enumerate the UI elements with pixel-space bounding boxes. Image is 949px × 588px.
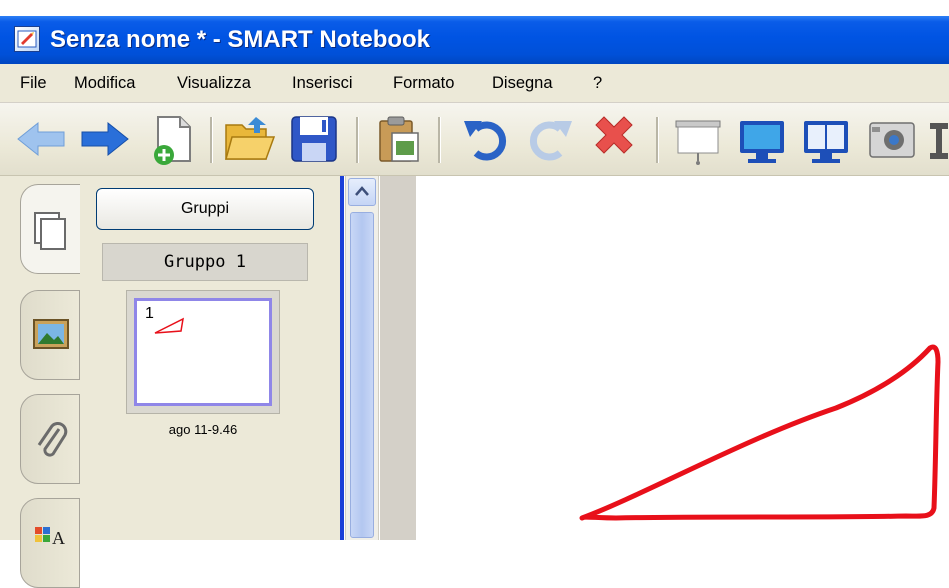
back-arrow-icon[interactable] — [14, 111, 70, 167]
title-bar[interactable]: Senza nome * - SMART Notebook — [0, 16, 949, 64]
top-gap — [0, 0, 949, 16]
gallery-tab[interactable] — [20, 290, 80, 380]
properties-tab[interactable]: A — [20, 498, 80, 588]
page-thumbnail-preview: 1 — [134, 298, 272, 406]
page-timestamp: ago 11-9.46 — [168, 422, 238, 437]
canvas-margin — [380, 176, 416, 540]
attachments-tab-icon — [37, 422, 68, 457]
page-sorter-tab[interactable] — [20, 184, 80, 274]
group-label: Gruppo 1 — [102, 243, 308, 281]
paste-icon[interactable] — [370, 111, 426, 167]
window-title: Senza nome * - SMART Notebook — [50, 26, 431, 53]
new-page-icon[interactable] — [144, 111, 200, 167]
page-thumbnail[interactable]: 1 — [126, 290, 280, 414]
vertical-scrollbar[interactable] — [345, 176, 379, 540]
save-icon[interactable] — [286, 111, 342, 167]
gallery-tab-icon — [33, 319, 69, 349]
thumbnail-drawing — [154, 317, 184, 334]
scroll-up-button[interactable] — [348, 178, 376, 206]
menu-visualizza[interactable]: Visualizza — [177, 64, 251, 102]
menu-formato[interactable]: Formato — [393, 64, 454, 102]
svg-text:A: A — [52, 528, 65, 548]
menu-file[interactable]: File — [20, 64, 47, 102]
page-sorter-tab-icon — [34, 212, 66, 250]
menu-help[interactable]: ? — [593, 64, 602, 102]
forward-arrow-icon[interactable] — [76, 111, 132, 167]
pane-divider[interactable] — [340, 176, 344, 540]
menu-inserisci[interactable]: Inserisci — [292, 64, 353, 102]
screen-capture-icon[interactable] — [864, 111, 920, 167]
scroll-thumb[interactable] — [350, 212, 374, 538]
toolbar-separator — [656, 117, 659, 163]
menu-modifica[interactable]: Modifica — [74, 64, 135, 102]
delete-icon[interactable] — [586, 111, 642, 167]
toolbar-separator — [210, 117, 213, 163]
toolbar — [0, 103, 949, 176]
groups-button[interactable]: Gruppi — [96, 188, 314, 230]
attachments-tab[interactable] — [20, 394, 80, 484]
whiteboard-canvas[interactable] — [416, 176, 949, 540]
full-screen-icon[interactable] — [734, 111, 790, 167]
smart-notebook-icon — [14, 26, 40, 52]
projector-screen-icon[interactable] — [670, 111, 726, 167]
properties-tab-icon: A — [35, 527, 65, 548]
menu-bar: File Modifica Visualizza Inserisci Forma… — [0, 64, 949, 103]
redo-icon[interactable] — [522, 111, 578, 167]
freehand-triangle-drawing[interactable] — [416, 176, 949, 540]
toolbar-separator — [438, 117, 441, 163]
text-tool-icon[interactable] — [928, 111, 949, 167]
toolbar-separator — [356, 117, 359, 163]
chevron-up-icon — [355, 186, 369, 196]
open-folder-icon[interactable] — [222, 111, 278, 167]
dual-page-icon[interactable] — [798, 111, 854, 167]
undo-icon[interactable] — [458, 111, 514, 167]
menu-disegna[interactable]: Disegna — [492, 64, 553, 102]
